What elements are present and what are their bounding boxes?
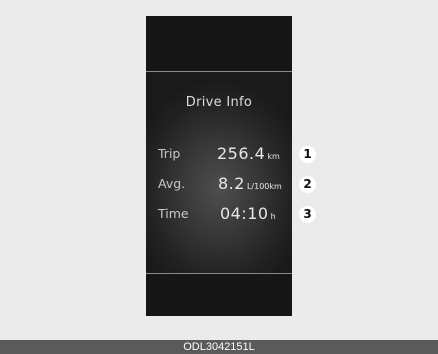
row-value: 8.2 L/100km [218,174,282,193]
info-row-avg: Avg. 8.2 L/100km [146,174,292,196]
figure-caption: ODL3042151L [0,340,438,354]
value-number: 8.2 [218,174,245,193]
row-value: 256.4 km [217,144,280,163]
info-row-trip: Trip 256.4 km [146,144,292,166]
row-value: 04:10 h [220,204,276,223]
row-label: Avg. [158,176,186,191]
row-label: Time [158,206,189,221]
callout-marker-2: 2 [299,176,316,193]
info-row-time: Time 04:10 h [146,204,292,226]
value-unit: L/100km [246,182,282,191]
divider-top [146,71,292,72]
row-label: Trip [158,146,181,161]
value-number: 04:10 [220,204,269,223]
callout-marker-1: 1 [299,146,316,163]
value-unit: km [267,152,280,161]
callout-marker-3: 3 [299,206,316,223]
cluster-display: Drive Info Trip 256.4 km Avg. 8.2 L/100km … [146,16,292,316]
display-title: Drive Info [185,95,253,110]
value-number: 256.4 [217,144,266,163]
divider-bottom [146,273,292,274]
value-unit: h [270,212,276,221]
